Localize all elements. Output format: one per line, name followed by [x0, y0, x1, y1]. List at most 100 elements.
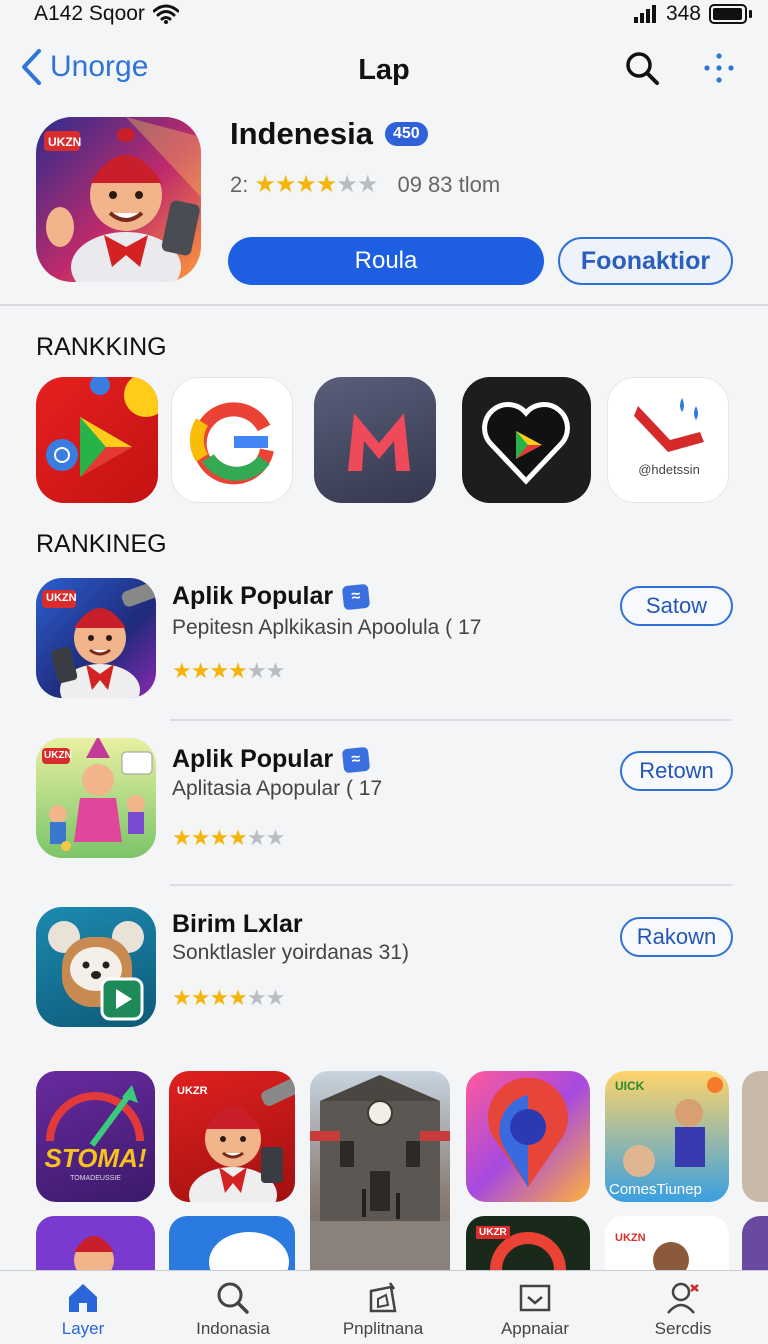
ranking-icon-google[interactable]	[171, 377, 293, 503]
apps-icon	[369, 1282, 397, 1313]
list-item-stars: ★★★★★★	[172, 825, 285, 850]
book-icon	[519, 1284, 551, 1312]
list-item-title: Aplik Popular	[172, 745, 334, 773]
status-number: 348	[665, 2, 701, 25]
play-store-icon	[46, 377, 158, 477]
status-right: 348	[633, 2, 752, 26]
tab-label: Pnplitnana	[342, 1319, 424, 1338]
more-button[interactable]	[703, 52, 735, 89]
tile-tag: UKZN	[615, 1232, 646, 1244]
drops-caption: @hdetssin	[638, 462, 700, 477]
list-item-subtitle: Aplitasia Apopular ( 17	[172, 777, 383, 800]
search-icon	[626, 52, 659, 85]
grid-tile[interactable]	[169, 1216, 295, 1270]
heart-play-icon	[482, 402, 570, 485]
tab-bar: Layer Indonasia Pnplitnana Appnaiar Serc…	[0, 1270, 768, 1344]
grid-tile-photo[interactable]	[310, 1071, 450, 1270]
hero-app-icon[interactable]: UKZN	[36, 117, 201, 282]
rating-stars: ★★★★★★	[254, 171, 378, 198]
search-icon	[217, 1282, 249, 1314]
tab-indonasia[interactable]: Indonasia	[158, 1281, 308, 1339]
home-icon	[69, 1284, 97, 1312]
bear-illustration	[48, 921, 144, 1021]
grid-tile[interactable]: STOMA! TOMADEUSSIE	[36, 1071, 155, 1202]
list-item-tag: UKZN	[44, 750, 72, 761]
list-item-icon[interactable]: UKZN	[36, 578, 156, 698]
m-letter-icon	[348, 413, 410, 471]
tile-subtitle: TOMADEUSSIE	[70, 1175, 121, 1182]
list-item-icon[interactable]: UKZN	[36, 738, 156, 858]
grid-tile[interactable]	[36, 1216, 155, 1270]
app-rating-row: 2: ★★★★★★ 09 83 tlom	[230, 170, 500, 199]
list-item-title-row: Aplik Popular ≈	[172, 582, 371, 611]
list-item-subtitle: Pepitesn Aplkikasin Apoolula ( 17	[172, 616, 482, 639]
grid-tile[interactable]: UICK ComesTiunep	[605, 1071, 729, 1202]
tab-label: Sercdis	[654, 1319, 712, 1338]
verified-icon: ≈	[341, 746, 371, 773]
tab-appnaiar[interactable]: Appnaiar	[460, 1281, 610, 1339]
ranking-icon-heart-play[interactable]	[462, 377, 591, 503]
list-item-subtitle: Sonktlasler yoirdanas 31)	[172, 941, 409, 964]
tile-caption: ComesTiunep	[609, 1181, 702, 1198]
more-dots-icon	[704, 53, 734, 83]
list-item-action-button[interactable]: Rakown	[620, 917, 733, 957]
list-item-title-row: Aplik Popular ≈	[172, 745, 371, 774]
tab-label: Indonasia	[196, 1319, 270, 1338]
app-meta: 09 83 tlom	[397, 171, 501, 197]
tab-pnplitnana[interactable]: Pnplitnana	[308, 1281, 458, 1339]
tile-title: STOMA!	[44, 1143, 147, 1173]
section-title-ranking-2: RANKINEG	[36, 530, 167, 558]
rating-prefix: 2:	[230, 171, 249, 197]
stoma-art	[46, 1085, 144, 1147]
character-illustration	[74, 1236, 114, 1270]
drops-icon	[634, 398, 704, 452]
section-title-ranking: RANKKING	[36, 333, 167, 361]
grid-tile-partial[interactable]	[742, 1071, 768, 1202]
list-item-stars: ★★★★★★	[172, 658, 285, 683]
tab-label: Layer	[61, 1319, 105, 1338]
verified-icon: ≈	[341, 583, 371, 610]
grid-tile[interactable]: UKZN	[605, 1216, 729, 1270]
list-separator	[170, 719, 732, 721]
primary-action-button[interactable]: Roula	[228, 237, 544, 285]
list-separator	[170, 884, 732, 886]
grid-tile-partial[interactable]	[742, 1216, 768, 1270]
google-icon	[490, 1232, 566, 1270]
carrier-text: A142 Sqoor	[34, 2, 145, 25]
hero-icon-tag: UKZN	[48, 135, 82, 149]
pin-icon	[488, 1077, 568, 1187]
tile-tag: UICK	[615, 1079, 645, 1093]
nav-bar: Unorge Lap	[0, 40, 768, 100]
grid-tile[interactable]: UKZR	[466, 1216, 590, 1270]
signal-icon	[633, 5, 656, 23]
battery-icon	[709, 4, 747, 24]
status-left: A142 Sqoor	[34, 2, 179, 26]
list-item-title: Birim Lxlar	[172, 910, 303, 938]
ranking-icon-play-red[interactable]	[36, 377, 158, 503]
app-title-row: Indenesia 450	[230, 116, 428, 152]
list-item-action-button[interactable]: Satow	[620, 586, 733, 626]
search-button[interactable]	[624, 50, 660, 91]
tab-layer[interactable]: Layer	[8, 1281, 158, 1339]
secondary-action-button[interactable]: Foonaktior	[558, 237, 733, 285]
tile-tag: UKZR	[476, 1226, 510, 1239]
cloud-illustration	[209, 1232, 289, 1270]
ranking-icon-m[interactable]	[314, 377, 436, 503]
divider	[0, 304, 768, 306]
app-badge: 450	[385, 122, 428, 146]
list-item-stars: ★★★★★★	[172, 985, 285, 1010]
tile-tag: UKZR	[177, 1085, 208, 1097]
list-item-action-button[interactable]: Retown	[620, 751, 733, 791]
building-photo	[310, 1075, 450, 1270]
status-bar: A142 Sqoor 348	[0, 0, 768, 28]
tab-sercdis[interactable]: Sercdis	[608, 1281, 758, 1339]
grid-tile[interactable]	[466, 1071, 590, 1202]
battery-tip	[749, 10, 752, 18]
list-item-title: Aplik Popular	[172, 582, 334, 610]
ranking-icon-drops[interactable]: @hdetssin	[607, 377, 729, 503]
tab-label: Appnaiar	[500, 1319, 570, 1338]
grid-tile[interactable]: UKZR	[169, 1071, 295, 1202]
list-item-icon[interactable]	[36, 907, 156, 1027]
list-item-title-row: Birim Lxlar	[172, 910, 303, 939]
person-icon	[667, 1282, 699, 1314]
